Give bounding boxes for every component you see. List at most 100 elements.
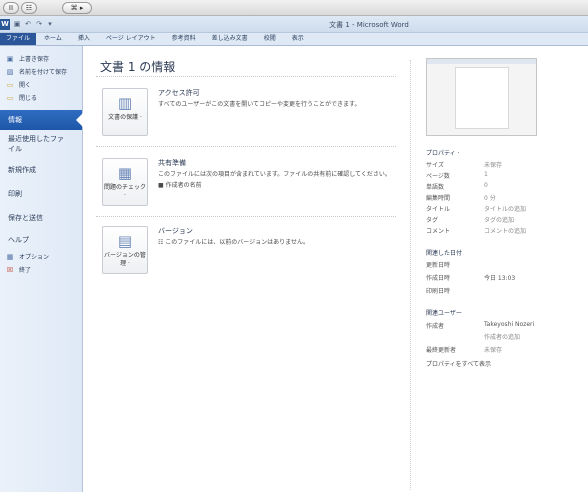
tab-review[interactable]: 校閲 [256,33,284,45]
nav-exit[interactable]: ☒ 終了 [0,263,82,276]
nav-options[interactable]: ▦ オプション [0,250,82,263]
tab-mailings[interactable]: 差し込み文書 [204,33,256,45]
show-all-properties-link[interactable]: プロパティをすべて表示 [426,359,491,368]
properties-pane: プロパティ · サイズ 未保存 ページ数 1 単語数 0 編集時間 0 分 タイトル タイ… [412,46,588,492]
pause-button[interactable]: II [3,2,19,14]
nav-options-label: オプション [19,254,50,261]
add-author-link[interactable]: 作成者の追加 [484,332,520,341]
last-modified-value: 未保存 [484,347,503,354]
nav-new[interactable]: 新規作成 [0,160,82,180]
versions-description: ☷ このファイルには、以前のバージョンはありません。 [158,239,309,246]
title-bar: W ▣ ↶ ↷ ▾ 文書 1 - Microsoft Word [0,16,588,33]
nav-recent[interactable]: 最近使用したファイル [0,130,70,160]
options-icon: ▦ [6,252,14,261]
window-title: 文書 1 - Microsoft Word [329,21,409,29]
date-value: 今日 13:03 [484,275,516,282]
tab-home[interactable]: ホーム [36,33,70,45]
thumbnail-toolbar [427,59,536,64]
nav-print[interactable]: 印刷 [0,184,82,204]
prepare-sharing-heading: 共有準備 [158,159,186,167]
prepare-sharing-description: このファイルには次の項目が含まれています。ファイルの共有前に確認してください。 [158,171,391,178]
nav-open[interactable]: ▭ 開く [0,78,82,91]
prepare-sharing-section: ▦ 問題のチェック · 共有準備 このファイルには次の項目が含まれています。ファ… [96,158,396,208]
permissions-section: ▥ 文書の保護 · アクセス許可 すべてのユーザーがこの文書を開いてコピーや変更… [96,88,396,138]
tab-references[interactable]: 参考資料 [164,33,204,45]
author-row: 作成者 Takeyoshi Nozeri [426,321,586,331]
prop-value: 0 [484,182,488,189]
author-key: 作成者 [426,323,445,330]
tab-file[interactable]: ファイル [0,33,37,45]
prop-row: コメント コメントの追加 [426,226,586,236]
versions-heading: バージョン [158,227,193,235]
screen-button[interactable]: ☷ [21,2,37,14]
manage-versions-button[interactable]: ▤ バージョンの管理 · [102,226,148,274]
dates-heading: 関連した日付 [426,250,463,257]
tags-field[interactable]: タグの追加 [484,215,514,224]
lock-document-icon: ▥ [117,94,133,112]
prop-key: タイトル [426,206,451,213]
page-title: 文書 1 の情報 [100,60,176,74]
info-panel: 文書 1 の情報 ▥ 文書の保護 · アクセス許可 すべてのユーザーがこの文書を… [84,46,410,492]
prop-key: コメント [426,228,451,235]
check-issues-label: 問題のチェック · [103,184,146,199]
permissions-heading: アクセス許可 [158,89,200,97]
prop-key: 単語数 [426,184,445,191]
pane-separator [410,60,411,490]
keys-button[interactable]: ⌘ ▸ [62,2,92,14]
tab-page-layout[interactable]: ページ レイアウト [98,33,164,45]
nav-info[interactable]: 情報 [0,110,83,130]
prop-row: タグ タグの追加 [426,215,586,225]
open-folder-icon: ▭ [6,80,14,89]
date-key: 作成日時 [426,275,451,282]
backstage-nav: ▣ 上書き保存 ▧ 名前を付けて保存 ▭ 開く ▭ 閉じる 情報 最近使用したファイル … [0,46,83,492]
nav-help[interactable]: ヘルプ [0,230,82,250]
manage-versions-icon: ▤ [117,232,133,250]
nav-save-as-label: 名前を付けて保存 [19,69,68,76]
thumbnail-page [455,67,509,129]
nav-save-send[interactable]: 保存と送信 [0,208,82,228]
protect-document-button[interactable]: ▥ 文書の保護 · [102,88,148,136]
save-icon: ▣ [6,54,14,63]
divider [96,146,396,147]
divider [96,76,396,77]
check-document-icon: ▦ [117,164,133,182]
nav-close-label: 閉じる [19,95,38,102]
nav-save[interactable]: ▣ 上書き保存 [0,52,82,65]
prop-row: 単語数 0 [426,182,586,192]
nav-save-label: 上書き保存 [19,56,50,63]
last-modified-row: 最終更新者 未保存 [426,345,586,355]
nav-open-label: 開く [19,82,32,89]
nav-close[interactable]: ▭ 閉じる [0,91,82,104]
prop-row: タイトル タイトルの追加 [426,204,586,214]
exit-icon: ☒ [6,265,14,274]
date-row: 印刷日時 [426,286,586,296]
protect-document-label: 文書の保護 · [108,114,142,121]
author-value[interactable]: Takeyoshi Nozeri [484,321,534,328]
date-key: 更新日時 [426,262,451,269]
save-as-icon: ▧ [6,67,14,76]
remote-toolbar: II ☷ ⌘ ▸ [0,0,588,16]
manage-versions-label: バージョンの管理 · [104,252,146,267]
prop-key: タグ [426,217,439,224]
people-heading: 関連ユーザー [426,310,462,317]
versions-section: ▤ バージョンの管理 · バージョン ☷ このファイルには、以前のバージョンはあ… [96,226,396,276]
permissions-description: すべてのユーザーがこの文書を開いてコピーや変更を行うことができます。 [158,101,361,108]
check-issues-button[interactable]: ▦ 問題のチェック · [102,158,148,206]
tab-insert[interactable]: 挿入 [70,33,98,45]
tab-view[interactable]: 表示 [284,33,312,45]
prop-key: ページ数 [426,173,450,180]
document-thumbnail [426,58,537,136]
divider [96,216,396,217]
prop-value: 未保存 [484,162,503,169]
title-field[interactable]: タイトルの追加 [484,204,526,213]
properties-heading[interactable]: プロパティ · [426,148,459,157]
nav-save-as[interactable]: ▧ 名前を付けて保存 [0,65,82,78]
add-author-row: 作成者の追加 [426,332,586,342]
prop-value: 0 分 [484,195,496,202]
date-key: 印刷日時 [426,288,451,295]
comments-field[interactable]: コメントの追加 [484,226,526,235]
prop-value: 1 [484,171,488,178]
author-name-item: ■ 作成者の名前 [158,182,202,189]
prop-row: ページ数 1 [426,171,586,181]
prop-row: 編集時間 0 分 [426,193,586,203]
